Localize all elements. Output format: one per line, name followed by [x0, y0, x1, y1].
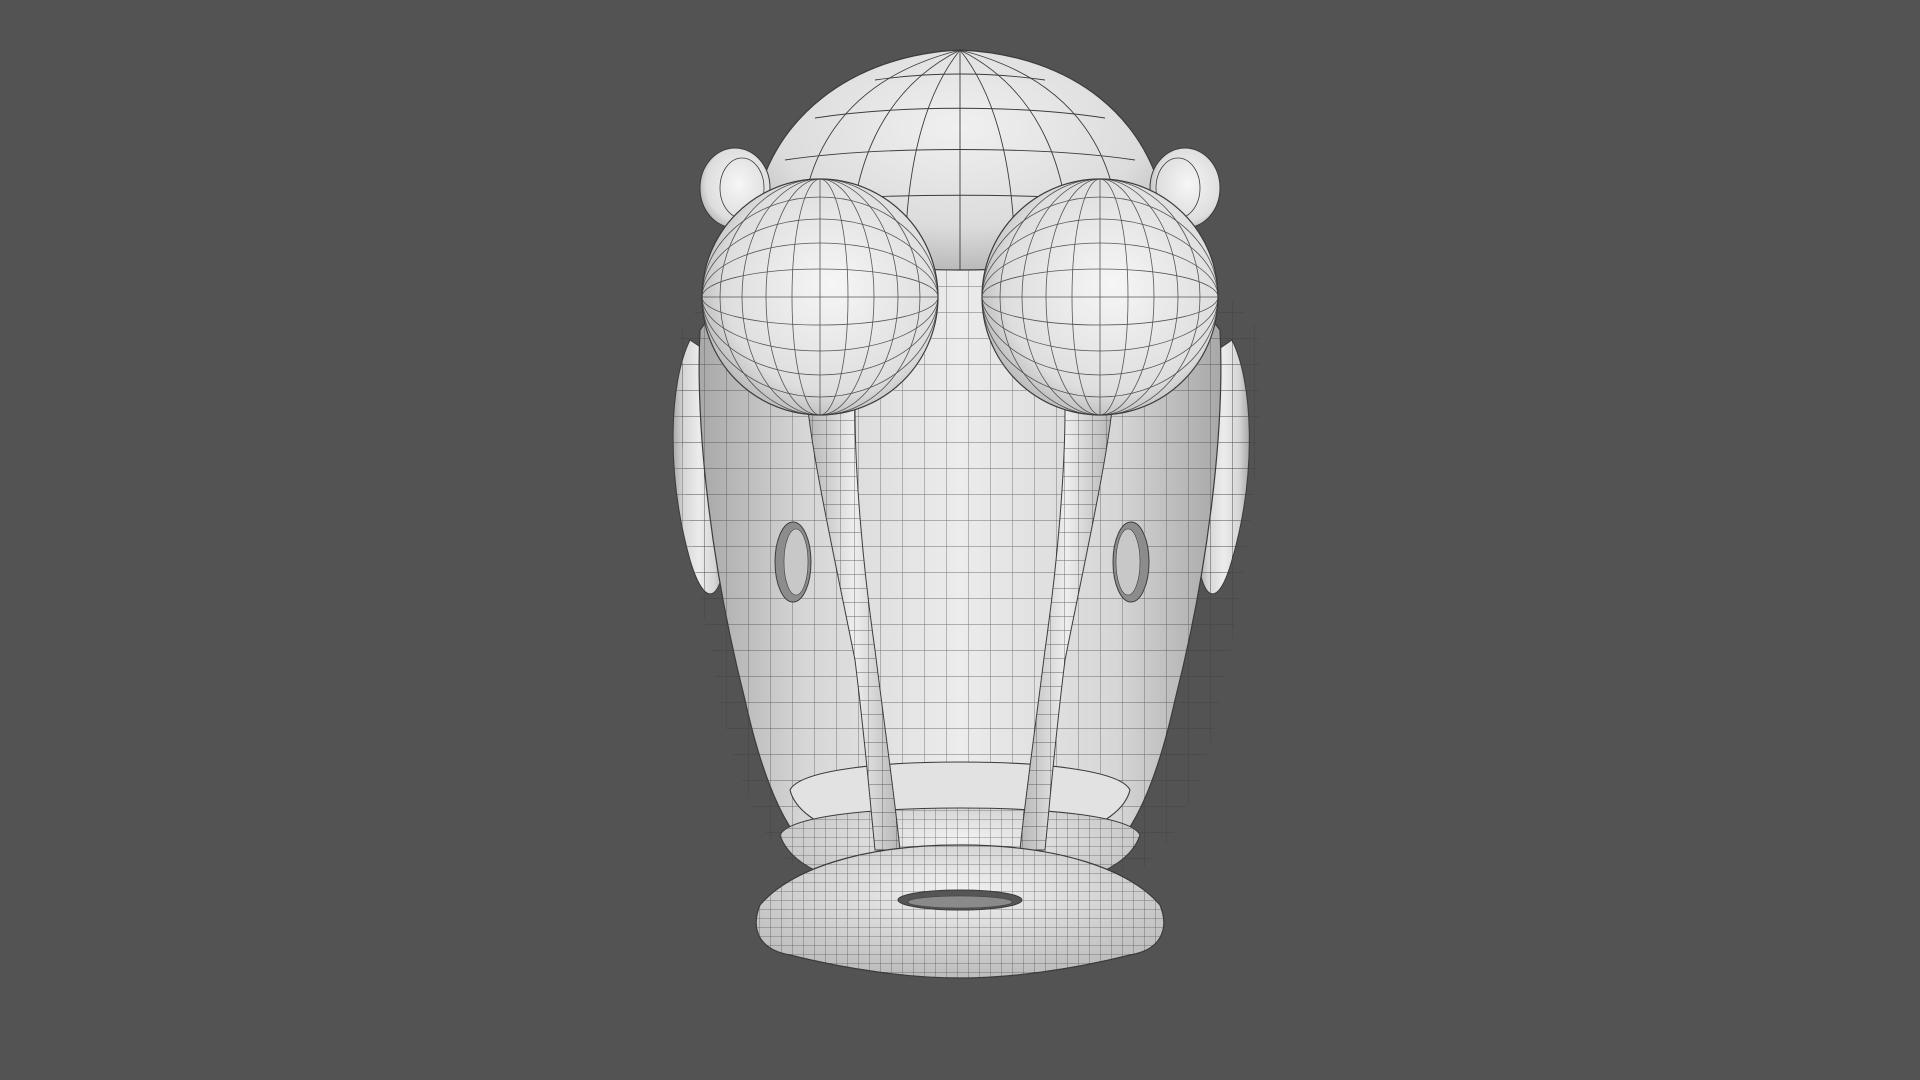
- model-render: [672, 49, 1260, 979]
- left-eye-sphere: [701, 178, 939, 416]
- right-eye-sphere: [981, 178, 1219, 416]
- 3d-viewport[interactable]: [0, 0, 1920, 1080]
- mouth-opening: [897, 889, 1023, 911]
- right-side-slot: [1112, 521, 1150, 603]
- left-side-slot: [774, 521, 812, 603]
